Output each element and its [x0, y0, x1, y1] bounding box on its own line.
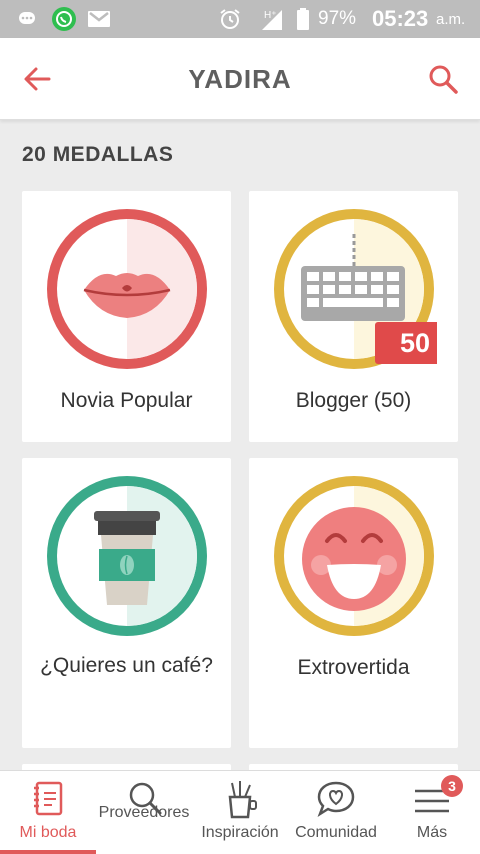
medal-label: Blogger (50)	[295, 389, 412, 412]
nav-item-comunidad[interactable]: Comunidad	[288, 771, 384, 854]
medal-card[interactable]: 50 Blogger (50)	[249, 191, 458, 442]
clock-time: 05:23	[372, 6, 429, 31]
arrow-left-icon	[24, 67, 51, 91]
medal-label: ¿Quieres un café?	[40, 654, 213, 677]
signal-icon: H⁺	[260, 0, 286, 38]
pencil-cup-icon	[228, 781, 257, 819]
nav-item-inspiracion[interactable]: Inspiración	[192, 771, 288, 854]
nav-label: Mi boda	[19, 824, 77, 841]
nav-label: Más	[416, 824, 448, 841]
medal-label: Novia Popular	[60, 389, 193, 412]
notification-badge: 3	[441, 775, 463, 797]
section-title: 20 MEDALLAS	[22, 143, 174, 166]
bottom-navigation: Mi boda Proveedores Inspiración Comunida…	[0, 770, 480, 854]
search-button[interactable]	[424, 60, 462, 98]
status-bar: H⁺ 97% 05:23 a.m.	[0, 0, 480, 38]
lips-icon	[47, 209, 207, 369]
medal-card[interactable]: Novia Popular	[22, 191, 231, 442]
notebook-icon	[34, 781, 63, 816]
nav-label: Comunidad	[295, 824, 377, 841]
alarm-icon	[218, 0, 242, 38]
medal-card[interactable]: Extrovertida	[249, 458, 458, 748]
app-bar: YADIRA	[0, 38, 480, 120]
smiley-icon	[274, 476, 434, 636]
battery-icon	[296, 0, 310, 38]
back-button[interactable]	[18, 60, 56, 98]
nav-item-mi-boda[interactable]: Mi boda	[0, 771, 96, 854]
chat-bubble-icon	[18, 0, 36, 38]
coffee-cup-icon	[47, 476, 207, 636]
gmail-icon	[87, 0, 111, 38]
whatsapp-icon	[51, 0, 77, 38]
nav-label: Inspiración	[201, 824, 279, 841]
nav-item-proveedores[interactable]: Proveedores	[96, 771, 192, 854]
medal-badge: 50	[399, 328, 431, 358]
battery-percent: 97%	[318, 8, 357, 29]
page-title: YADIRA	[188, 64, 292, 94]
heart-chat-icon	[317, 781, 355, 818]
search-icon	[429, 65, 458, 94]
nav-label: Proveedores	[98, 804, 190, 821]
nav-item-mas[interactable]: 3 Más	[384, 771, 480, 854]
medal-card[interactable]: ¿Quieres un café?	[22, 458, 231, 748]
medal-label: Extrovertida	[297, 656, 410, 679]
active-indicator	[0, 850, 96, 854]
clock-ampm: a.m.	[436, 10, 466, 28]
svg-text:H⁺: H⁺	[264, 10, 277, 21]
